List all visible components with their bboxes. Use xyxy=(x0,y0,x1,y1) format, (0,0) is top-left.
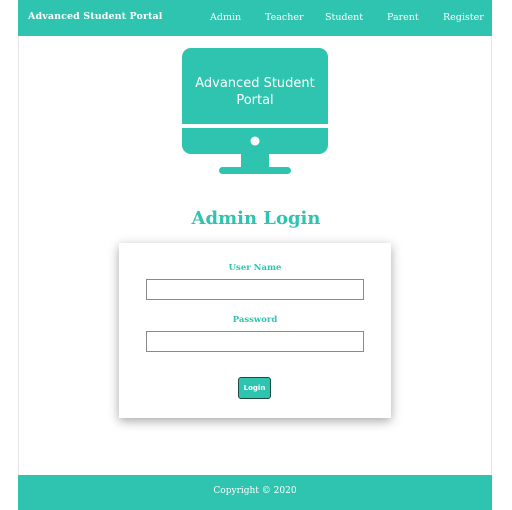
navbar: Advanced Student Portal Admin Teacher St… xyxy=(18,0,492,36)
nav-link-register[interactable]: Register xyxy=(443,12,484,23)
username-input[interactable] xyxy=(146,279,364,300)
monitor-neck xyxy=(241,154,269,168)
monitor-base xyxy=(219,167,291,174)
monitor-text-line1: Advanced Student xyxy=(195,76,315,91)
login-card: User Name Password Login xyxy=(119,243,391,418)
monitor-text-line2: Portal xyxy=(236,93,273,108)
nav-link-student[interactable]: Student xyxy=(325,12,363,23)
monitor-divider xyxy=(182,124,328,128)
desktop-monitor-icon: Advanced Student Portal xyxy=(182,48,328,180)
username-label: User Name xyxy=(228,263,282,273)
power-button-icon xyxy=(250,136,260,146)
login-button[interactable]: Login xyxy=(238,377,271,399)
nav-link-parent[interactable]: Parent xyxy=(387,12,419,23)
copyright-text: Copyright © 2020 xyxy=(213,486,297,496)
brand-link[interactable]: Advanced Student Portal xyxy=(28,11,163,22)
password-input[interactable] xyxy=(146,331,364,352)
nav-link-admin[interactable]: Admin xyxy=(210,12,241,23)
page-title: Admin Login xyxy=(191,208,321,229)
nav-link-teacher[interactable]: Teacher xyxy=(265,12,304,23)
footer: Copyright © 2020 xyxy=(18,475,492,510)
password-label: Password xyxy=(232,315,278,325)
